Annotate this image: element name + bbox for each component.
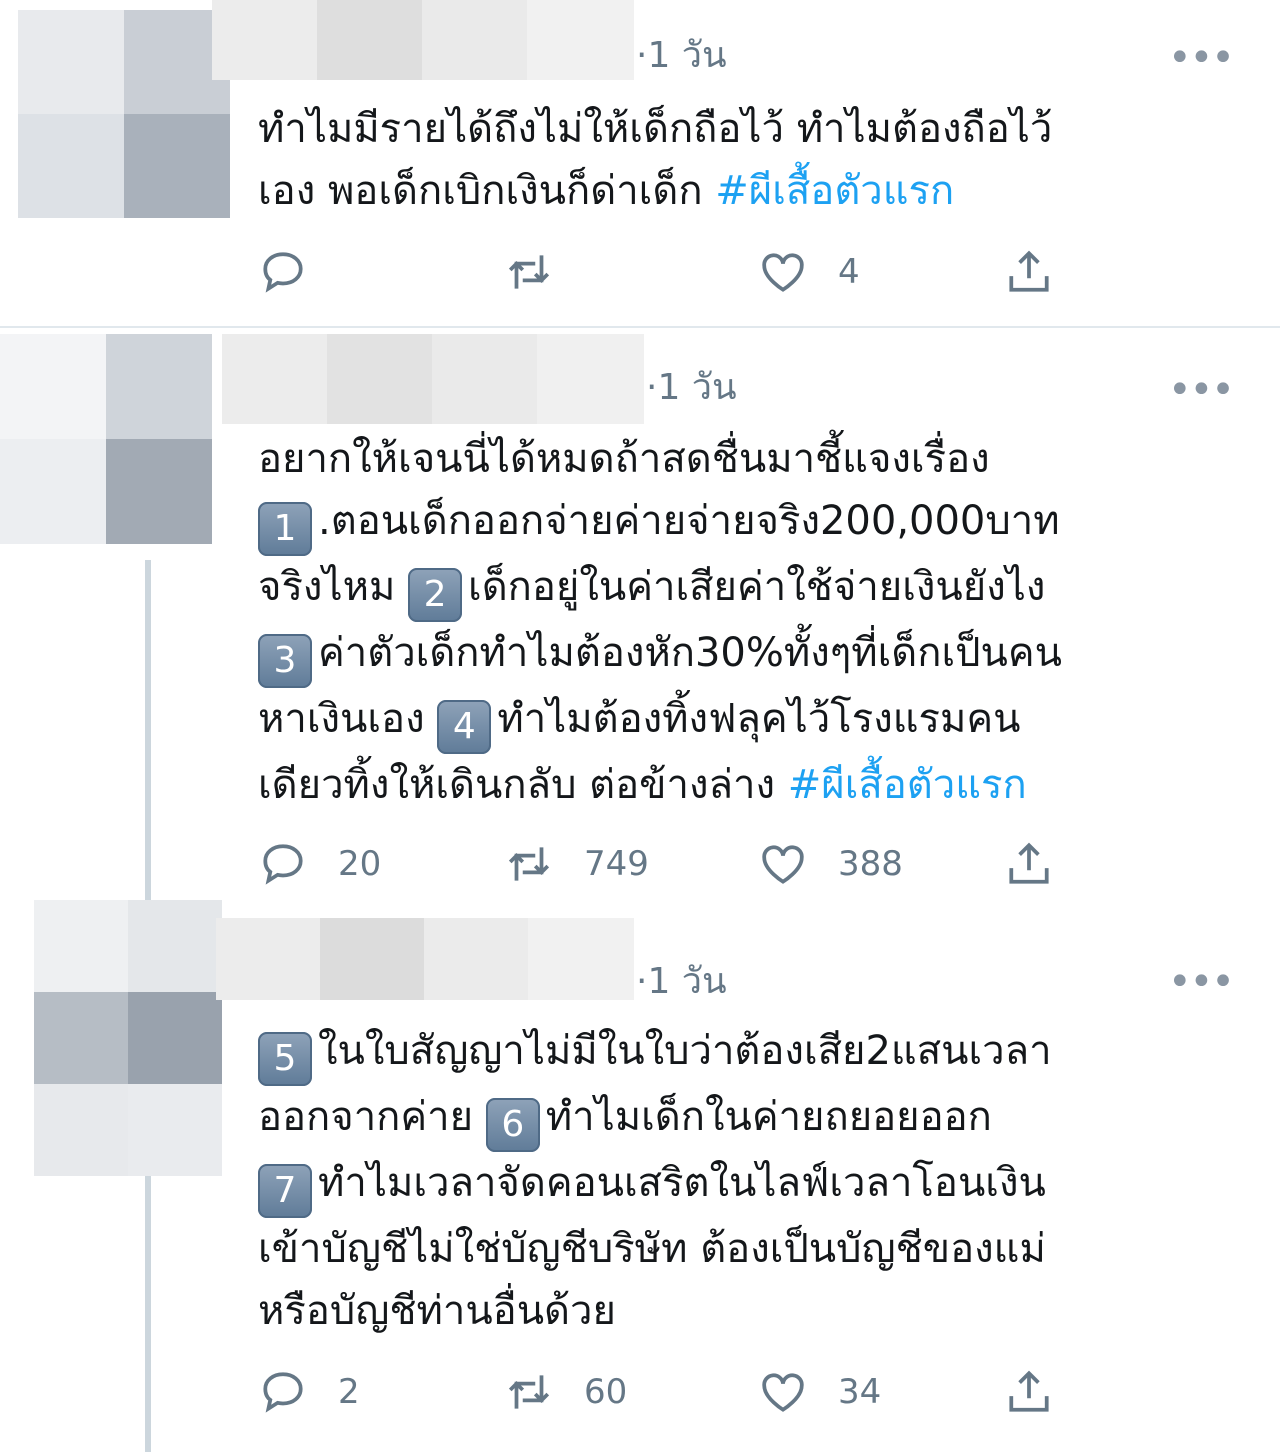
reply-count: 20 (338, 844, 382, 884)
tweet-text-line: ออกจากค่าย 6 ทำไมเด็กในค่ายถยอยออก (258, 1086, 1258, 1152)
tweet-text-line: หรือบัญชีท่านอื่นด้วย (258, 1280, 1258, 1342)
tweet-text-line: ทำไมมีรายได้ถึงไม่ให้เด็กถือไว้ ทำไมต้อง… (258, 98, 1258, 160)
text-segment: ค่าตัวเด็กทำไมต้องหัก30%ทั้งๆที่เด็กเป็น… (318, 630, 1062, 676)
share-icon (1009, 842, 1049, 884)
retweet-icon (508, 1375, 550, 1409)
share-button[interactable] (1004, 1364, 1054, 1420)
text-segment: เอง พอเด็กเบิกเงินก็ด่าเด็ก (258, 168, 716, 214)
text-segment: ทำไมเวลาจัดคอนเสริตในไลฟ์เวลาโอนเงิน (318, 1160, 1046, 1206)
retweet-count: 749 (584, 844, 649, 884)
text-segment: เดียวทิ้งให้เดินกลับ ต่อข้างล่าง (258, 762, 788, 808)
reply-count: 2 (338, 1372, 360, 1412)
keycap-number-emoji: 5 (258, 1032, 312, 1086)
tweet-text-line: เอง พอเด็กเบิกเงินก็ด่าเด็ก #ผีเสื้อตัวแ… (258, 160, 1258, 222)
tweet-1[interactable]: ·1 วัน ••• ทำไมมีรายได้ถึงไม่ให้เด็กถือไ… (0, 0, 1280, 328)
text-segment: .ตอนเด็กออกจ่ายค่ายจ่ายจริง200,000บาท (318, 498, 1060, 544)
reply-button[interactable] (258, 244, 338, 300)
like-count: 388 (838, 844, 903, 884)
heart-icon (762, 1373, 804, 1412)
hashtag-link[interactable]: #ผีเสื้อตัวแรก (788, 762, 1027, 808)
text-segment: หาเงินเอง (258, 696, 438, 742)
retweet-count: 60 (584, 1372, 628, 1412)
share-button[interactable] (1004, 244, 1054, 300)
keycap-number-emoji: 4 (437, 700, 492, 754)
tweet-text-line: จริงไหม 2 เด็กอยู่ในค่าเสียค่าใช้จ่ายเงิน… (258, 556, 1258, 622)
share-button[interactable] (1004, 836, 1054, 892)
tweet-3[interactable]: ·1 วัน ••• 5 ในใบสัญญาไม่มีในใบว่าต้องเสี… (0, 896, 1280, 1452)
tweet-text: ทำไมมีรายได้ถึงไม่ให้เด็กถือไว้ ทำไมต้อง… (258, 98, 1258, 222)
author-name-blurred[interactable] (222, 334, 644, 424)
text-segment: อยากให้เจนนี่ได้หมดถ้าสดชื่นมาชี้แจงเรื่… (258, 436, 990, 482)
tweet-timestamp[interactable]: ·1 วัน (646, 370, 737, 406)
keycap-number-emoji: 7 (258, 1164, 312, 1218)
tweet-text-line: อยากให้เจนนี่ได้หมดถ้าสดชื่นมาชี้แจงเรื่… (258, 428, 1258, 490)
text-segment: จริงไหม (258, 564, 409, 610)
text-segment: ทำไมเด็กในค่ายถยอยออก (545, 1094, 992, 1140)
text-segment: ทำไมต้องทิ้งฟลุคไว้โรงแรมคน (497, 696, 1021, 742)
reply-icon (263, 844, 303, 885)
reply-button[interactable]: 2 (258, 1364, 360, 1420)
like-count: 34 (838, 1372, 882, 1412)
retweet-button[interactable] (504, 244, 584, 300)
avatar[interactable] (34, 900, 222, 1176)
text-segment: ในใบสัญญาไม่มีในใบว่าต้องเสีย2แสนเวลา (318, 1028, 1052, 1074)
text-segment: ออกจากค่าย (258, 1094, 486, 1140)
avatar[interactable] (0, 334, 212, 544)
tweet-text-line: 3 ค่าตัวเด็กทำไมต้องหัก30%ทั้งๆที่เด็กเป็… (258, 622, 1258, 688)
share-icon (1009, 1370, 1049, 1412)
reply-icon (263, 252, 303, 293)
keycap-number-emoji: 2 (408, 568, 463, 622)
like-count: 4 (838, 252, 860, 292)
author-name-blurred[interactable] (216, 918, 634, 1000)
tweet-actions: 20 749 388 (258, 836, 1078, 892)
text-segment: เด็กอยู่ในค่าเสียค่าใช้จ่ายเงินยังไง (468, 564, 1046, 610)
tweet-text-line: 7 ทำไมเวลาจัดคอนเสริตในไลฟ์เวลาโอนเงิน (258, 1152, 1258, 1218)
tweet-actions: 2 60 34 (258, 1364, 1078, 1420)
tweet-text-line: เดียวทิ้งให้เดินกลับ ต่อข้างล่าง #ผีเสื้… (258, 754, 1258, 816)
retweet-button[interactable]: 749 (504, 836, 649, 892)
more-options-icon[interactable]: ••• (1168, 38, 1235, 78)
like-button[interactable]: 4 (758, 244, 860, 300)
tweet-2[interactable]: ·1 วัน ••• อยากให้เจนนี่ได้หมดถ้าสดชื่นม… (0, 328, 1280, 894)
text-segment: ทำไมมีรายได้ถึงไม่ให้เด็กถือไว้ ทำไมต้อง… (258, 106, 1053, 152)
tweet-timestamp[interactable]: ·1 วัน (636, 964, 727, 1000)
more-options-icon[interactable]: ••• (1168, 370, 1235, 410)
retweet-icon (508, 847, 550, 881)
tweet-text: อยากให้เจนนี่ได้หมดถ้าสดชื่นมาชี้แจงเรื่… (258, 428, 1258, 816)
share-icon (1009, 250, 1049, 292)
keycap-number-emoji: 1 (258, 502, 312, 556)
tweet-actions: 4 (258, 244, 1078, 300)
retweet-icon (508, 255, 550, 289)
reply-button[interactable]: 20 (258, 836, 381, 892)
tweet-timestamp[interactable]: ·1 วัน (636, 38, 727, 74)
keycap-number-emoji: 3 (258, 634, 312, 688)
tweet-text-line: หาเงินเอง 4 ทำไมต้องทิ้งฟลุคไว้โรงแรมคน (258, 688, 1258, 754)
tweet-text-line: เข้าบัญชีไม่ใช่บัญชีบริษัท ต้องเป็นบัญชี… (258, 1218, 1258, 1280)
like-button[interactable]: 388 (758, 836, 903, 892)
more-options-icon[interactable]: ••• (1168, 962, 1235, 1002)
hashtag-link[interactable]: #ผีเสื้อตัวแรก (715, 168, 954, 214)
text-segment: เข้าบัญชีไม่ใช่บัญชีบริษัท ต้องเป็นบัญชี… (258, 1226, 1046, 1272)
avatar[interactable] (18, 10, 230, 218)
keycap-number-emoji: 6 (485, 1098, 540, 1152)
author-name-blurred[interactable] (212, 0, 634, 80)
like-button[interactable]: 34 (758, 1364, 881, 1420)
tweet-text-line: 5 ในใบสัญญาไม่มีในใบว่าต้องเสีย2แสนเวลา (258, 1020, 1258, 1086)
tweet-text-line: 1 .ตอนเด็กออกจ่ายค่ายจ่ายจริง200,000บาท (258, 490, 1258, 556)
tweet-text: 5 ในใบสัญญาไม่มีในใบว่าต้องเสีย2แสนเวลา ออ… (258, 1020, 1258, 1342)
heart-icon (762, 845, 804, 884)
heart-icon (762, 253, 804, 292)
text-segment: หรือบัญชีท่านอื่นด้วย (258, 1288, 616, 1334)
retweet-button[interactable]: 60 (504, 1364, 627, 1420)
reply-icon (263, 1372, 303, 1413)
